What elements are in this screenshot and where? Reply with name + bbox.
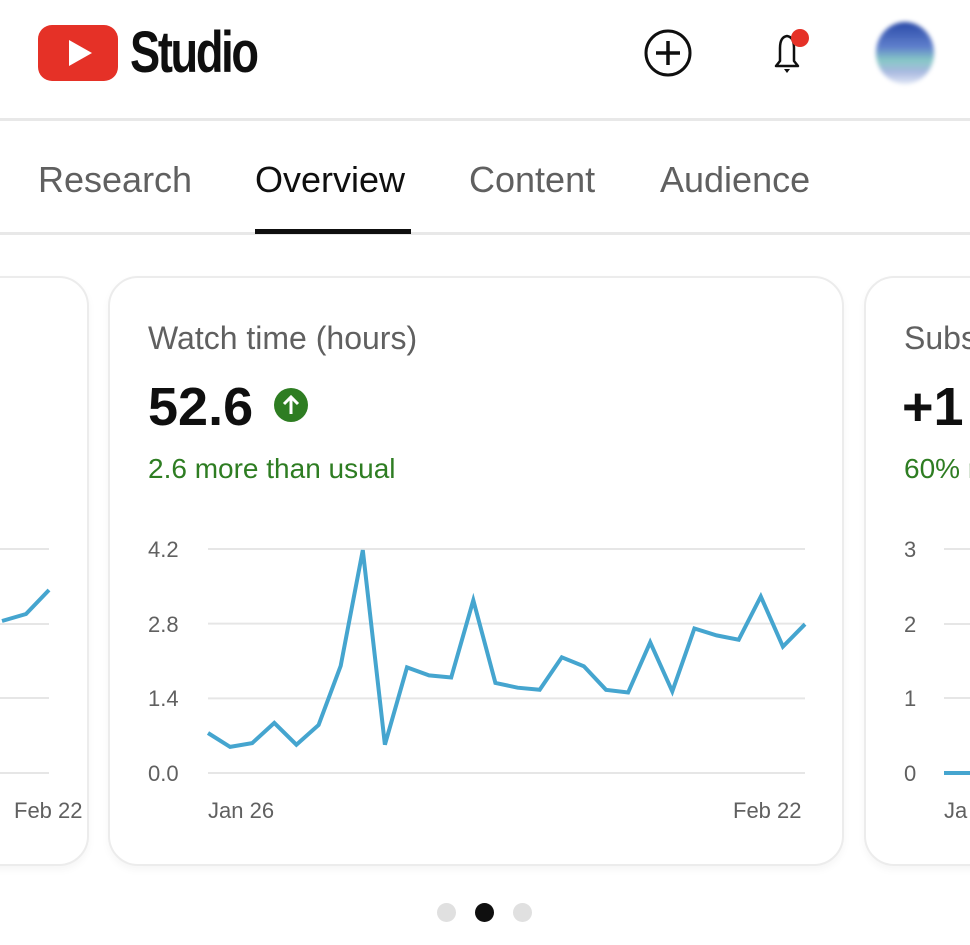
x-tick-label-end: Feb 22 (733, 798, 802, 823)
logo-text: Studio (130, 20, 259, 85)
notifications-button[interactable] (762, 28, 812, 78)
x-axis-end-label: Feb 22 (14, 798, 83, 823)
tab-overview[interactable]: Overview (255, 159, 405, 201)
metric-card-watch-time[interactable]: Watch time (hours) 52.6 2.6 more than us… (108, 276, 844, 866)
pagination-dot[interactable] (437, 903, 456, 922)
x-tick-label-start: Ja (944, 798, 968, 823)
pagination-dot-active[interactable] (475, 903, 494, 922)
active-tab-indicator (255, 229, 411, 234)
top-app-bar: Studio (0, 0, 970, 121)
tab-audience[interactable]: Audience (660, 159, 810, 201)
youtube-play-icon (38, 25, 118, 81)
youtube-studio-logo[interactable]: Studio (38, 24, 292, 82)
metric-card-previous[interactable]: Feb 22 (0, 276, 89, 866)
plus-circle-icon (644, 29, 692, 77)
bell-icon (774, 29, 809, 73)
y-tick-label: 2 (904, 612, 917, 637)
previous-series-line (1, 588, 51, 623)
y-tick-label: 3 (904, 537, 917, 562)
tab-research[interactable]: Research (38, 159, 192, 201)
notification-badge (791, 29, 809, 47)
y-tick-label: 1.4 (148, 686, 179, 711)
y-tick-label: 4.2 (148, 537, 179, 562)
avatar[interactable] (876, 22, 934, 84)
series-line (206, 549, 807, 750)
watch-time-chart (206, 548, 807, 774)
tab-bar: Research Overview Content Audience (0, 121, 970, 235)
y-tick-label: 2.8 (148, 612, 179, 637)
create-button[interactable] (643, 28, 693, 78)
subscribers-chart (944, 548, 970, 775)
y-tick-label: 0 (904, 761, 917, 786)
y-tick-label: 0.0 (148, 761, 179, 786)
metric-card-subscribers[interactable]: Subs +1 60% r 3 2 1 0 Ja (864, 276, 970, 866)
carousel-pagination (437, 903, 532, 922)
x-tick-label-start: Jan 26 (208, 798, 275, 823)
tab-content[interactable]: Content (469, 159, 595, 201)
pagination-dot[interactable] (513, 903, 532, 922)
y-tick-label: 1 (904, 686, 917, 711)
